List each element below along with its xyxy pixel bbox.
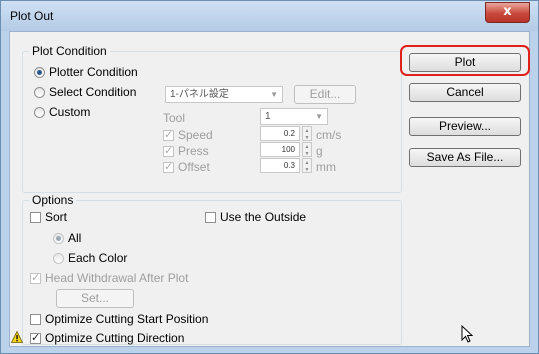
offset-unit: mm [316,160,336,174]
press-unit: g [316,144,323,158]
spin-down-icon: ▼ [304,135,310,141]
condition-select[interactable]: 1-パネル設定 ▼ [165,86,283,103]
head-withdrawal-checkbox[interactable] [30,271,41,284]
spin-down-icon: ▼ [304,167,310,173]
optimize-start-label: Optimize Cutting Start Position [45,312,209,326]
spin-up-icon: ▲ [304,144,310,150]
plot-condition-group: Plot Condition Plotter Condition Select … [22,44,402,193]
chevron-down-icon: ▼ [315,112,323,121]
options-label: Options [29,193,77,207]
press-input[interactable]: 100 [260,142,300,157]
preview-button[interactable]: Preview... [409,117,521,136]
edit-button[interactable]: Edit... [294,85,356,104]
warning-icon [11,331,23,343]
speed-input[interactable]: 0.2 [260,126,300,141]
each-color-label: Each Color [68,251,128,265]
close-icon: x [503,4,512,19]
tool-label: Tool [163,111,186,125]
each-color-radio[interactable] [53,253,64,264]
mouse-pointer-icon [461,325,474,343]
tool-select-value: 1 [265,111,271,122]
plot-out-dialog: Plot Out x Plot Condition Plotter Condit… [0,0,539,354]
press-label: Press [178,144,209,158]
window-title: Plot Out [10,9,54,23]
offset-checkbox[interactable] [163,160,174,173]
tool-select[interactable]: 1 ▼ [260,108,328,125]
offset-label: Offset [178,160,210,174]
cancel-button[interactable]: Cancel [409,83,521,102]
options-group: Options Sort Use the Outside All Each Co… [22,193,402,345]
offset-spinner[interactable]: ▲ ▼ [302,158,312,173]
speed-unit: cm/s [316,128,342,142]
use-outside-label: Use the Outside [220,210,307,224]
plotter-condition-label: Plotter Condition [49,65,138,79]
speed-spinner[interactable]: ▲ ▼ [302,126,312,141]
close-button[interactable]: x [485,2,530,23]
offset-input[interactable]: 0.3 [260,158,300,173]
optimize-direction-checkbox[interactable] [30,331,41,344]
plotter-condition-radio[interactable] [34,67,45,78]
sort-checkbox[interactable] [30,212,41,223]
custom-label: Custom [49,105,91,119]
plot-button[interactable]: Plot [409,53,521,72]
title-bar[interactable]: Plot Out x [1,1,538,31]
dialog-body: Plot Condition Plotter Condition Select … [9,31,530,347]
speed-label: Speed [178,128,213,142]
press-checkbox[interactable] [163,144,174,157]
all-radio[interactable] [53,233,64,244]
chevron-down-icon: ▼ [270,90,278,99]
custom-radio[interactable] [34,107,45,118]
speed-checkbox[interactable] [163,128,174,141]
optimize-start-checkbox[interactable] [30,314,41,325]
save-as-file-button[interactable]: Save As File... [409,148,521,167]
set-button[interactable]: Set... [56,289,134,308]
head-withdrawal-label: Head Withdrawal After Plot [45,271,189,285]
spin-up-icon: ▲ [304,128,310,134]
select-condition-radio[interactable] [34,87,45,98]
spin-down-icon: ▼ [304,151,310,157]
press-spinner[interactable]: ▲ ▼ [302,142,312,157]
optimize-direction-label: Optimize Cutting Direction [45,331,185,345]
use-outside-checkbox[interactable] [205,212,216,223]
spin-up-icon: ▲ [304,160,310,166]
select-condition-label: Select Condition [49,85,137,99]
all-label: All [68,231,82,245]
sort-label: Sort [45,210,68,224]
condition-select-value: 1-パネル設定 [170,89,229,100]
plot-condition-label: Plot Condition [29,44,110,58]
